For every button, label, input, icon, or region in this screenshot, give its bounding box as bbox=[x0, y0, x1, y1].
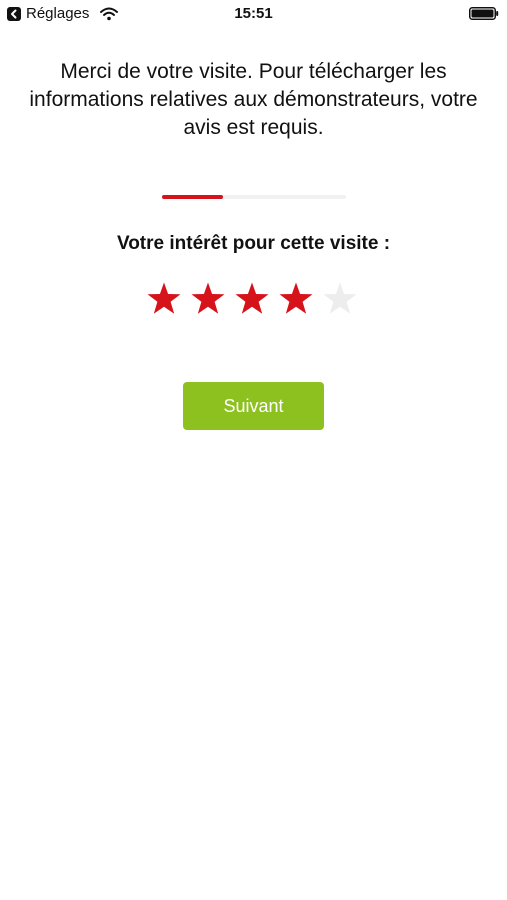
star-icon[interactable] bbox=[278, 281, 314, 317]
survey-screen: Réglages 15:51 Merci de votre visite. Po… bbox=[0, 0, 507, 900]
next-button[interactable]: Suivant bbox=[183, 382, 324, 430]
status-bar: Réglages 15:51 bbox=[0, 0, 507, 28]
star-icon[interactable] bbox=[190, 281, 226, 317]
clock: 15:51 bbox=[234, 5, 273, 22]
star-rating bbox=[146, 281, 360, 317]
progress-bar bbox=[162, 195, 346, 199]
intro-text: Merci de votre visite. Pour télécharger … bbox=[29, 60, 478, 139]
rating-question: Votre intérêt pour cette visite : bbox=[116, 233, 391, 254]
star-icon[interactable] bbox=[322, 281, 358, 317]
star-icon[interactable] bbox=[146, 281, 182, 317]
battery-icon bbox=[469, 7, 499, 20]
progress-fill bbox=[162, 195, 223, 199]
star-icon[interactable] bbox=[234, 281, 270, 317]
